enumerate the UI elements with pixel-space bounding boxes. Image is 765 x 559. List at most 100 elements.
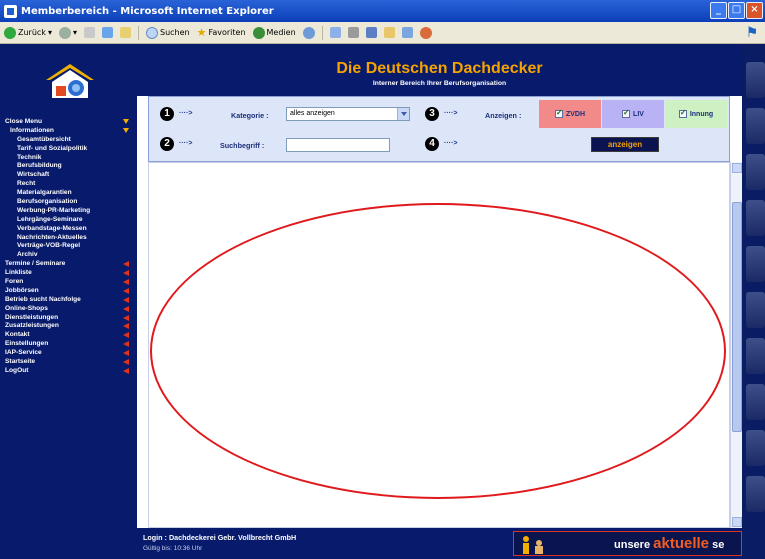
sidebar-item-label: Materialgarantien	[17, 189, 72, 197]
sidebar-item-label: Verträge-VOB-Regel	[17, 242, 81, 250]
sidebar-item-label: Foren	[5, 278, 24, 286]
sidebar-item[interactable]: Online-Shops	[5, 305, 133, 314]
photo-thumbnail	[746, 338, 765, 374]
sidebar-item[interactable]: Recht	[5, 180, 133, 189]
show-button[interactable]: anzeigen	[591, 137, 659, 152]
sidebar-item[interactable]: Startseite	[5, 358, 133, 367]
sidebar-item[interactable]: Gesamtübersicht	[5, 136, 133, 145]
login-info: Login : Dachdeckerei Gebr. Vollbrecht Gm…	[143, 533, 297, 542]
sidebar-item[interactable]: Kontakt	[5, 331, 133, 340]
history-icon[interactable]	[302, 26, 315, 39]
news-ticker[interactable]: unsere aktuelle se	[513, 531, 742, 556]
liv-label: LIV	[633, 110, 644, 118]
messenger-icon[interactable]	[401, 27, 413, 38]
sidebar-item[interactable]: Materialgarantien	[5, 189, 133, 198]
back-button[interactable]: Zurück ▾	[4, 26, 52, 39]
favorites-button[interactable]: ★ Favoriten	[197, 26, 246, 39]
sidebar-item-label: Gesamtübersicht	[17, 135, 71, 143]
toolbar-separator	[137, 25, 139, 40]
back-arrow-icon	[4, 26, 16, 39]
liv-filter-toggle[interactable]: LIV	[602, 100, 664, 128]
folder-icon[interactable]	[383, 27, 395, 38]
sidebar-item-label: Jobbörsen	[5, 286, 39, 294]
sidebar-item-label: Informationen	[10, 126, 54, 134]
footer-bar: Login : Dachdeckerei Gebr. Vollbrecht Gm…	[137, 528, 742, 559]
roofer-logo	[46, 64, 94, 98]
search-button[interactable]: Suchen	[145, 26, 190, 39]
ie-window-icon	[4, 4, 17, 18]
triangle-left-icon	[123, 367, 129, 374]
sidebar-item-label: Tarif- und Sozialpolitik	[17, 144, 88, 152]
scrollbar-thumb[interactable]	[732, 202, 742, 432]
sidebar-item-label: Werbung-PR-Marketing	[17, 206, 91, 214]
sidebar-item[interactable]: Close Menu	[5, 118, 133, 127]
zvdh-filter-toggle[interactable]: ZVDH	[539, 100, 601, 128]
sidebar-item[interactable]: Foren	[5, 278, 133, 287]
sidebar-item[interactable]: Nachrichten-Aktuelles	[5, 234, 133, 243]
forward-button[interactable]: ▾	[58, 26, 77, 39]
window-title-bar: Memberbereich - Microsoft Internet Explo…	[0, 0, 765, 22]
research-icon[interactable]	[419, 26, 432, 39]
maximize-button[interactable]: □	[728, 2, 745, 19]
sidebar-item-label: Berufsbildung	[17, 162, 62, 170]
mail-icon[interactable]	[329, 27, 341, 38]
sidebar-item[interactable]: Einstellungen	[5, 340, 133, 349]
sidebar-item[interactable]: Betrieb sucht Nachfolge	[5, 296, 133, 305]
sidebar-item[interactable]: Verträge-VOB-Regel	[5, 242, 133, 251]
sidebar-item[interactable]: Zusatzleistungen	[5, 322, 133, 331]
sidebar-item[interactable]: Berufsorganisation	[5, 198, 133, 207]
sidebar-item[interactable]: Technik	[5, 154, 133, 163]
sidebar-item[interactable]: Wirtschaft	[5, 171, 133, 180]
sidebar-item[interactable]: Archiv	[5, 251, 133, 260]
triangle-left-icon	[123, 261, 129, 268]
sidebar-item[interactable]: Termine / Seminare	[5, 260, 133, 269]
sidebar-item[interactable]: Informationen	[5, 127, 133, 136]
scroll-down-icon[interactable]	[732, 517, 742, 527]
sidebar-item[interactable]: Jobbörsen	[5, 287, 133, 296]
chevron-down-icon[interactable]	[397, 108, 409, 120]
sidebar-item[interactable]: IAP-Service	[5, 349, 133, 358]
stop-icon[interactable]	[83, 27, 95, 38]
sidebar-item-label: IAP-Service	[5, 349, 42, 357]
search-term-input[interactable]	[286, 138, 390, 152]
edit-icon[interactable]	[365, 27, 377, 38]
minimize-button[interactable]: _	[710, 2, 727, 19]
sidebar-item[interactable]: Linkliste	[5, 269, 133, 278]
sidebar-item[interactable]: Werbung-PR-Marketing	[5, 207, 133, 216]
print-icon[interactable]	[347, 27, 359, 38]
sidebar-item-label: Dienstleistungen	[5, 313, 59, 321]
sidebar-item-label: Lehrgänge-Seminare	[17, 215, 83, 223]
innung-filter-toggle[interactable]: Innung	[665, 100, 727, 128]
media-icon	[252, 26, 265, 39]
checkbox-icon	[554, 108, 563, 118]
site-title: Die Deutschen Dachdecker	[336, 60, 543, 77]
refresh-icon[interactable]	[101, 27, 113, 38]
home-icon[interactable]	[119, 27, 131, 38]
search-label: Suchen	[159, 28, 190, 37]
step-4-badge: 4	[425, 137, 439, 151]
filter-panel: 1 ····> Kategorie : alles anzeigen 2 ···…	[148, 96, 730, 162]
photo-thumbnail	[746, 476, 765, 512]
site-subtitle: Interner Bereich Ihrer Berufsorganisatio…	[372, 80, 507, 87]
back-label: Zurück	[18, 28, 46, 37]
media-label: Medien	[266, 28, 296, 37]
triangle-left-icon	[123, 323, 129, 330]
sidebar-item[interactable]: Verbandstage-Messen	[5, 225, 133, 234]
step-arrow: ····>	[179, 140, 193, 147]
sidebar-item[interactable]: Tarif- und Sozialpolitik	[5, 145, 133, 154]
triangle-left-icon	[123, 332, 129, 339]
ticker-prefix: unsere	[614, 539, 651, 551]
sidebar-item-label: Technik	[17, 153, 42, 161]
sidebar-item[interactable]: Dienstleistungen	[5, 314, 133, 323]
scroll-up-icon[interactable]	[732, 163, 742, 173]
sidebar-item[interactable]: Berufsbildung	[5, 162, 133, 171]
category-select[interactable]: alles anzeigen	[286, 107, 410, 121]
triangle-left-icon	[123, 350, 129, 357]
sidebar-item[interactable]: Lehrgänge-Seminare	[5, 216, 133, 225]
vertical-scrollbar[interactable]	[730, 162, 742, 528]
step-arrow: ····>	[179, 110, 193, 117]
ticker-accent: aktuelle	[653, 535, 710, 552]
close-window-button[interactable]: ×	[746, 2, 763, 19]
sidebar-item[interactable]: LogOut	[5, 367, 133, 376]
media-button[interactable]: Medien	[252, 26, 296, 39]
